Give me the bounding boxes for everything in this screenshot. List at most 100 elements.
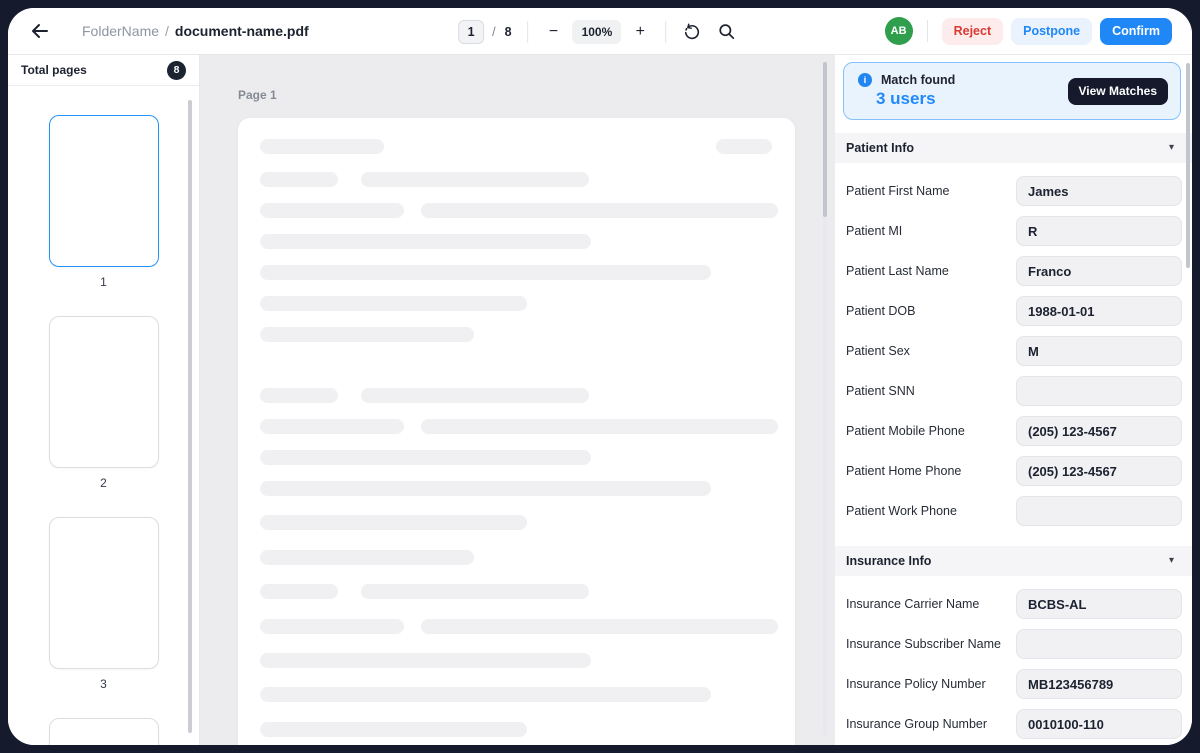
section-title: Patient Info: [846, 141, 915, 155]
patient-last-name-input[interactable]: [1016, 256, 1182, 286]
search-icon: [719, 24, 734, 40]
page-thumbnail[interactable]: [48, 115, 159, 267]
field-row: Patient SNN: [835, 376, 1192, 406]
search-button[interactable]: [716, 22, 736, 42]
document-viewer: Page 1: [200, 55, 835, 745]
field-label: Patient Work Phone: [846, 504, 957, 518]
rotate-button[interactable]: [682, 22, 702, 42]
total-pages-badge: 8: [167, 60, 186, 80]
section-header-patient-info[interactable]: Patient Info ▾: [835, 133, 1192, 163]
insurance-subscriber-name-input[interactable]: [1016, 629, 1182, 659]
text-placeholder-line: [260, 419, 404, 434]
zoom-in-button[interactable]: +: [631, 20, 649, 44]
match-banner-text: i Match found 3 users: [858, 73, 955, 109]
total-pages-label: Total pages: [21, 63, 87, 77]
confirm-button[interactable]: Confirm: [1100, 17, 1172, 45]
text-placeholder-line: [260, 687, 711, 702]
chevron-down-icon: ▾: [1168, 142, 1174, 153]
document-page: [238, 118, 795, 745]
chevron-down-icon: ▾: [1168, 555, 1174, 566]
reject-button[interactable]: Reject: [941, 17, 1004, 45]
breadcrumb-separator: /: [165, 23, 169, 39]
text-placeholder-line: [260, 550, 474, 565]
text-placeholder-line: [260, 515, 527, 530]
text-placeholder-line: [260, 653, 591, 668]
field-label: Insurance Policy Number: [846, 677, 986, 691]
toolbar-divider: [665, 20, 667, 43]
viewer-scrollbar[interactable]: [823, 62, 827, 217]
match-count: 3 users: [876, 89, 936, 108]
field-label: Insurance Group Number: [846, 717, 988, 731]
page-thumbnail[interactable]: [48, 718, 159, 745]
field-row: Patient Work Phone: [835, 496, 1192, 526]
insurance-policy-number-input[interactable]: [1016, 669, 1182, 699]
field-row: Patient Mobile Phone: [835, 416, 1192, 446]
field-label: Patient MI: [846, 224, 903, 238]
text-placeholder-line: [361, 172, 589, 187]
patient-dob-input[interactable]: [1016, 296, 1182, 326]
thumbnail-item: [8, 718, 199, 745]
text-placeholder-line: [260, 327, 474, 342]
sidebar-header: Total pages 8: [8, 55, 199, 86]
breadcrumb: FolderName / document-name.pdf: [82, 23, 309, 39]
form-sections: Patient Info ▾ Patient First Name Patient M…: [835, 133, 1192, 745]
text-placeholder-line: [716, 139, 772, 154]
sidebar-scrollbar[interactable]: [188, 100, 192, 733]
patient-mobile-phone-input[interactable]: [1016, 416, 1182, 446]
pager-separator: /: [492, 24, 496, 39]
breadcrumb-document: document-name.pdf: [174, 23, 309, 39]
thumbnail-item: 2: [8, 316, 199, 492]
field-label: Patient Last Name: [846, 264, 949, 278]
text-placeholder-line: [260, 296, 527, 311]
app-window: FolderName / document-name.pdf 1 / 8 − 1…: [8, 8, 1192, 745]
patient-first-name-input[interactable]: [1016, 176, 1182, 206]
text-placeholder-line: [260, 172, 338, 187]
info-icon: i: [858, 73, 872, 87]
field-label: Insurance Subscriber Name: [846, 637, 1001, 651]
patient-snn-input[interactable]: [1016, 376, 1182, 406]
thumbnail-page-number: 3: [100, 677, 107, 691]
field-label: Patient Sex: [846, 344, 910, 358]
text-placeholder-line: [421, 619, 778, 634]
field-label: Patient First Name: [846, 184, 950, 198]
zoom-level[interactable]: 100%: [572, 19, 622, 44]
breadcrumb-folder[interactable]: FolderName: [82, 23, 159, 39]
view-matches-button[interactable]: View Matches: [1067, 77, 1168, 105]
patient-home-phone-input[interactable]: [1016, 456, 1182, 486]
insurance-group-number-input[interactable]: [1016, 709, 1182, 739]
page-thumbnail[interactable]: [48, 316, 159, 468]
panel-scrollbar[interactable]: [1186, 63, 1190, 268]
field-row: Patient First Name: [835, 176, 1192, 206]
field-label: Patient Mobile Phone: [846, 424, 965, 438]
avatar[interactable]: AB: [884, 17, 913, 45]
text-placeholder-line: [260, 619, 404, 634]
text-placeholder-line: [260, 722, 527, 737]
zoom-out-button[interactable]: −: [545, 20, 563, 44]
patient-sex-input[interactable]: [1016, 336, 1182, 366]
field-row: Insurance Policy Number: [835, 669, 1192, 699]
thumbnail-page-number: 1: [100, 275, 107, 289]
toolbar-divider: [527, 20, 529, 43]
insurance-carrier-name-input[interactable]: [1016, 589, 1182, 619]
patient-work-phone-input[interactable]: [1016, 496, 1182, 526]
section-fields: Patient First Name Patient MI Patient Last…: [835, 163, 1192, 546]
postpone-button[interactable]: Postpone: [1011, 17, 1093, 45]
toolbar-divider: [926, 20, 928, 42]
rotate-icon: [685, 23, 700, 39]
back-button[interactable]: [28, 19, 52, 43]
page-thumbnail[interactable]: [48, 517, 159, 669]
page-number-input[interactable]: 1: [458, 19, 485, 44]
pages-sidebar: Total pages 8 1 2 3: [8, 55, 200, 745]
section-header-insurance-info[interactable]: Insurance Info ▾: [835, 546, 1192, 576]
text-placeholder-line: [260, 388, 338, 403]
section-fields: Insurance Carrier Name Insurance Subscrib…: [835, 576, 1192, 745]
text-placeholder-line: [260, 265, 711, 280]
text-placeholder-line: [361, 584, 589, 599]
field-row: Patient Last Name: [835, 256, 1192, 286]
patient-mi-input[interactable]: [1016, 216, 1182, 246]
text-placeholder-line: [260, 450, 591, 465]
field-label: Insurance Carrier Name: [846, 597, 980, 611]
field-row: Patient MI: [835, 216, 1192, 246]
arrow-left-icon: [32, 24, 48, 38]
text-placeholder-line: [421, 203, 778, 218]
